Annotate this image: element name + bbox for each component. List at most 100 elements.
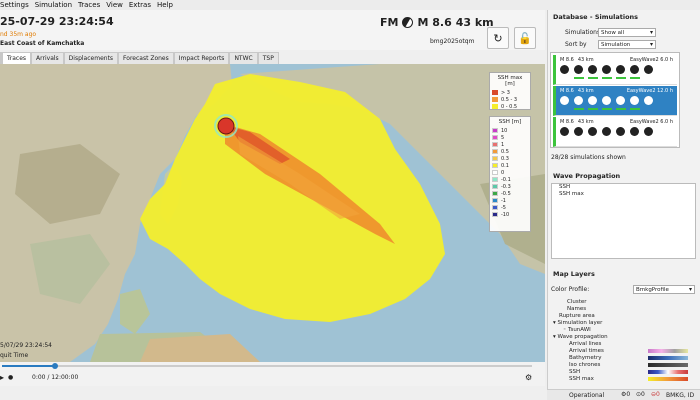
bathymetry-gradient — [648, 356, 688, 360]
legend-row: -5 — [492, 204, 528, 211]
map-layers-title: Map Layers — [553, 270, 595, 278]
legend-swatch — [492, 198, 498, 203]
wave-item-ssh-max[interactable]: SSH max — [552, 191, 695, 198]
wave-propagation-list[interactable]: SSH SSH max — [551, 183, 696, 259]
simulation-count: 28/28 simulations shown — [551, 154, 626, 161]
legend-row: 0.3 — [492, 155, 528, 162]
layer-simulation[interactable]: ▾ Simulation layer — [553, 320, 602, 326]
menu-extras[interactable]: Extras — [129, 1, 151, 9]
swimmer-icon — [616, 96, 625, 105]
legend-swatch — [492, 90, 498, 95]
layer-tsunawi[interactable]: ◦ TsunAWI — [563, 327, 591, 333]
color-profile-value: BmkgProfile — [636, 287, 669, 293]
wave-icon — [602, 65, 611, 74]
legend-row: 0.5 - 3 — [492, 96, 528, 103]
sim-mag: M 8.6 — [560, 88, 574, 94]
legend-swatch — [492, 156, 498, 161]
epicenter-marker — [217, 117, 235, 135]
layer-wave-propagation[interactable]: ▾ Wave propagation — [553, 334, 608, 340]
sim-engine: EasyWave2 12.0 h — [626, 88, 673, 94]
layer-arrival-lines[interactable]: Arrival lines — [569, 341, 601, 347]
refresh-button[interactable]: ↻ — [487, 27, 509, 49]
layer-ssh[interactable]: SSH — [569, 369, 580, 375]
warning-icon — [630, 65, 639, 74]
iso-chrones-gradient — [648, 363, 688, 367]
legend-label: -0.5 — [501, 190, 511, 197]
layer-bathymetry[interactable]: Bathymetry — [569, 355, 601, 361]
sim-status-bars — [574, 77, 640, 79]
simulations-filter-value: Show all — [601, 30, 625, 36]
sim-meta: M 8.6 43 km — [560, 119, 594, 125]
legend-label: 0 - 0.5 — [501, 103, 518, 110]
color-profile-label: Color Profile: — [551, 286, 590, 293]
tab-tsp[interactable]: TSP — [257, 52, 279, 64]
tab-ntwc[interactable]: NTWC — [229, 52, 258, 64]
sim-depth: 43 km — [577, 57, 594, 63]
playback-bar: ▸ ● 0:00 / 12:00:00 ⚙ — [0, 362, 545, 386]
target-icon — [644, 65, 653, 74]
color-profile-select[interactable]: BmkgProfile — [633, 285, 695, 294]
settings-gear-icon[interactable]: ⚙ — [525, 373, 532, 382]
wave-icon — [602, 96, 611, 105]
tab-forecast-zones[interactable]: Forecast Zones — [118, 52, 174, 64]
tab-arrivals[interactable]: Arrivals — [31, 52, 64, 64]
status-agency: BMKG, ID — [666, 392, 695, 399]
sim-mag: M 8.6 — [560, 57, 574, 63]
sort-label: Sort by — [565, 41, 587, 48]
legend-swatch — [492, 97, 498, 102]
simulation-list[interactable]: M 8.6 43 km EasyWave2 6.0 h M 8.6 43 km Ea… — [550, 52, 680, 148]
menu-simulation[interactable]: Simulation — [35, 1, 72, 9]
tab-impact-reports[interactable]: Impact Reports — [173, 52, 230, 64]
beachball-icon — [560, 127, 569, 136]
legend-swatch — [492, 212, 498, 217]
wave-propagation-title: Wave Propagation — [553, 172, 621, 180]
layer-rupture-area[interactable]: Rupture area — [559, 313, 595, 319]
simulation-card[interactable]: M 8.6 43 km EasyWave2 6.0 h — [553, 55, 677, 85]
timeline-handle[interactable] — [52, 363, 58, 369]
arrival-times-gradient — [648, 349, 688, 353]
layer-cluster[interactable]: Cluster — [567, 299, 587, 305]
menu-traces[interactable]: Traces — [78, 1, 100, 9]
legend-swatch — [492, 149, 498, 154]
menu-bar: Settings Simulation Traces View Extras H… — [0, 0, 700, 10]
warning-icon — [630, 96, 639, 105]
layer-iso-chrones[interactable]: Iso chrones — [569, 362, 600, 368]
timeline-track[interactable] — [2, 365, 532, 367]
wave-item-ssh[interactable]: SSH — [552, 184, 695, 191]
menu-settings[interactable]: Settings — [0, 1, 29, 9]
menu-help[interactable]: Help — [157, 1, 173, 9]
status-operational: Operational — [569, 392, 605, 399]
status-count-ok: ⊙0 — [636, 391, 645, 398]
beachball-icon — [402, 17, 414, 28]
legend-row: 0.1 — [492, 162, 528, 169]
map-view[interactable]: SSH max [m] > 3 0.5 - 3 0 - 0.5 SSH [m] … — [0, 64, 545, 362]
simulation-card[interactable]: M 8.6 43 km EasyWave2 6.0 h — [553, 117, 677, 147]
menu-view[interactable]: View — [106, 1, 123, 9]
layer-ssh-max[interactable]: SSH max — [569, 376, 594, 382]
layer-names[interactable]: Names — [567, 306, 586, 312]
simulations-label: Simulations — [565, 29, 601, 36]
event-time: 25-07-29 23:24:54 — [0, 15, 114, 28]
sort-select[interactable]: Simulation — [598, 40, 656, 49]
ssh-icon — [574, 127, 583, 136]
tab-traces[interactable]: Traces — [2, 52, 32, 64]
legend-label: -0.3 — [501, 183, 511, 190]
simulations-filter-select[interactable]: Show all — [598, 28, 656, 37]
timeline-progress — [2, 365, 55, 367]
play-icon[interactable]: ▸ — [0, 373, 4, 382]
lock-button[interactable]: 🔓 — [514, 27, 536, 49]
sim-meta: M 8.6 43 km — [560, 57, 594, 63]
ssh-max-gradient — [648, 377, 688, 381]
tab-displacements[interactable]: Displacements — [63, 52, 119, 64]
legend-row: 1 — [492, 141, 528, 148]
layer-arrival-times[interactable]: Arrival times — [569, 348, 604, 354]
sim-depth: 43 km — [577, 88, 594, 94]
legend-row: -0.1 — [492, 176, 528, 183]
layer-wave-propagation-label: Wave propagation — [557, 334, 608, 340]
ssh-icon — [574, 96, 583, 105]
legend-label: 1 — [501, 141, 505, 148]
stop-icon[interactable]: ● — [8, 374, 13, 381]
map-canvas[interactable] — [0, 64, 545, 362]
simulation-card-selected[interactable]: M 8.6 43 km EasyWave2 12.0 h — [553, 86, 677, 116]
legend-label: 10 — [501, 127, 508, 134]
